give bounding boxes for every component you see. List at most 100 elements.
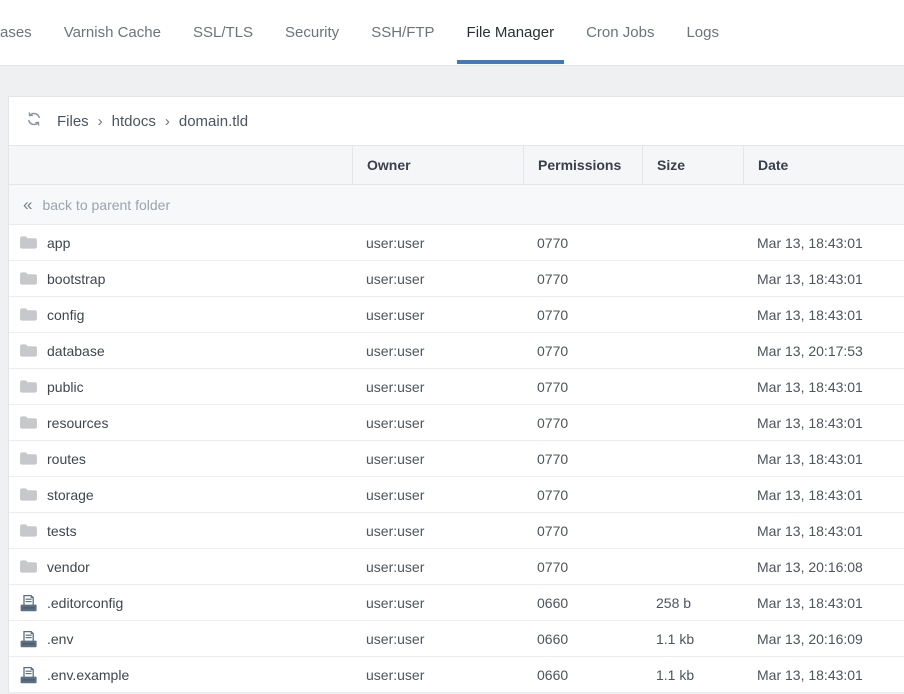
breadcrumb-separator-icon: › bbox=[165, 113, 170, 130]
nav-tab[interactable]: ases bbox=[0, 0, 42, 65]
name-cell[interactable]: config bbox=[9, 306, 352, 324]
entry-name: resources bbox=[47, 415, 108, 431]
permissions-cell: 0660 bbox=[523, 631, 642, 647]
breadcrumb-path: Files › htdocs › domain.tld bbox=[57, 113, 248, 130]
table-row[interactable]: .editorconfig user:user 0660 258 b Mar 1… bbox=[9, 585, 904, 621]
size-cell: 258 b bbox=[642, 595, 743, 611]
permissions-cell: 0770 bbox=[523, 235, 642, 251]
folder-icon bbox=[19, 306, 38, 324]
table-row[interactable]: tests user:user 0770 Mar 13, 18:43:01 bbox=[9, 513, 904, 549]
table-header-row: Owner Permissions Size Date bbox=[9, 145, 904, 185]
name-cell[interactable]: database bbox=[9, 342, 352, 360]
date-cell: Mar 13, 20:16:09 bbox=[743, 631, 904, 647]
name-cell[interactable]: vendor bbox=[9, 558, 352, 576]
permissions-cell: 0770 bbox=[523, 487, 642, 503]
name-cell[interactable]: resources bbox=[9, 414, 352, 432]
nav-tab[interactable]: File Manager bbox=[457, 0, 565, 65]
entry-name: app bbox=[47, 235, 70, 251]
table-row[interactable]: .env.example user:user 0660 1.1 kb Mar 1… bbox=[9, 657, 904, 693]
file-manager-panel: Files › htdocs › domain.tld Owner Permis… bbox=[8, 96, 904, 693]
date-cell: Mar 13, 20:16:08 bbox=[743, 559, 904, 575]
column-header-name bbox=[9, 146, 352, 184]
refresh-button[interactable] bbox=[20, 107, 48, 135]
entry-name: database bbox=[47, 343, 105, 359]
table-row[interactable]: .env user:user 0660 1.1 kb Mar 13, 20:16… bbox=[9, 621, 904, 657]
entry-name: tests bbox=[47, 523, 77, 539]
date-cell: Mar 13, 18:43:01 bbox=[743, 271, 904, 287]
entry-name: vendor bbox=[47, 559, 90, 575]
file-icon bbox=[19, 594, 38, 612]
entry-name: config bbox=[47, 307, 84, 323]
folder-icon bbox=[19, 234, 38, 252]
name-cell[interactable]: .editorconfig bbox=[9, 594, 352, 612]
nav-tab[interactable]: SSL/TLS bbox=[183, 0, 263, 65]
breadcrumb-segment-domain[interactable]: domain.tld bbox=[179, 113, 248, 130]
nav-tab[interactable]: Varnish Cache bbox=[54, 0, 171, 65]
folder-icon bbox=[19, 486, 38, 504]
back-to-parent-label: back to parent folder bbox=[42, 197, 170, 213]
table-row[interactable]: public user:user 0770 Mar 13, 18:43:01 bbox=[9, 369, 904, 405]
nav-tab[interactable]: Cron Jobs bbox=[576, 0, 664, 65]
entry-name: routes bbox=[47, 451, 86, 467]
folder-icon bbox=[19, 414, 38, 432]
name-cell[interactable]: tests bbox=[9, 522, 352, 540]
folder-icon bbox=[19, 270, 38, 288]
name-cell[interactable]: bootstrap bbox=[9, 270, 352, 288]
folder-icon bbox=[19, 378, 38, 396]
name-cell[interactable]: public bbox=[9, 378, 352, 396]
name-cell[interactable]: routes bbox=[9, 450, 352, 468]
column-header-owner: Owner bbox=[352, 146, 523, 184]
back-to-parent-row[interactable]: « back to parent folder bbox=[9, 185, 904, 225]
breadcrumb-segment-files[interactable]: Files bbox=[57, 113, 89, 130]
name-cell[interactable]: .env bbox=[9, 630, 352, 648]
entry-name: .editorconfig bbox=[47, 595, 123, 611]
nav-tab[interactable]: Security bbox=[275, 0, 349, 65]
owner-cell: user:user bbox=[352, 271, 523, 287]
nav-tab[interactable]: Logs bbox=[676, 0, 729, 65]
breadcrumb-segment-htdocs[interactable]: htdocs bbox=[112, 113, 156, 130]
owner-cell: user:user bbox=[352, 631, 523, 647]
date-cell: Mar 13, 20:17:53 bbox=[743, 343, 904, 359]
file-icon bbox=[19, 666, 38, 684]
owner-cell: user:user bbox=[352, 667, 523, 683]
owner-cell: user:user bbox=[352, 379, 523, 395]
table-row[interactable]: storage user:user 0770 Mar 13, 18:43:01 bbox=[9, 477, 904, 513]
folder-icon bbox=[19, 342, 38, 360]
folder-icon bbox=[19, 450, 38, 468]
date-cell: Mar 13, 18:43:01 bbox=[743, 379, 904, 395]
permissions-cell: 0770 bbox=[523, 379, 642, 395]
owner-cell: user:user bbox=[352, 415, 523, 431]
date-cell: Mar 13, 18:43:01 bbox=[743, 415, 904, 431]
table-row[interactable]: vendor user:user 0770 Mar 13, 20:16:08 bbox=[9, 549, 904, 585]
permissions-cell: 0770 bbox=[523, 523, 642, 539]
name-cell[interactable]: .env.example bbox=[9, 666, 352, 684]
owner-cell: user:user bbox=[352, 235, 523, 251]
table-row[interactable]: database user:user 0770 Mar 13, 20:17:53 bbox=[9, 333, 904, 369]
column-header-date: Date bbox=[743, 146, 904, 184]
column-header-size: Size bbox=[642, 146, 743, 184]
date-cell: Mar 13, 18:43:01 bbox=[743, 307, 904, 323]
file-icon bbox=[19, 630, 38, 648]
permissions-cell: 0770 bbox=[523, 415, 642, 431]
nav-tab[interactable]: SSH/FTP bbox=[361, 0, 444, 65]
date-cell: Mar 13, 18:43:01 bbox=[743, 595, 904, 611]
size-cell: 1.1 kb bbox=[642, 631, 743, 647]
permissions-cell: 0660 bbox=[523, 595, 642, 611]
table-row[interactable]: config user:user 0770 Mar 13, 18:43:01 bbox=[9, 297, 904, 333]
permissions-cell: 0770 bbox=[523, 451, 642, 467]
name-cell[interactable]: app bbox=[9, 234, 352, 252]
date-cell: Mar 13, 18:43:01 bbox=[743, 523, 904, 539]
table-row[interactable]: app user:user 0770 Mar 13, 18:43:01 bbox=[9, 225, 904, 261]
refresh-icon bbox=[26, 111, 42, 132]
owner-cell: user:user bbox=[352, 523, 523, 539]
table-row[interactable]: routes user:user 0770 Mar 13, 18:43:01 bbox=[9, 441, 904, 477]
table-row[interactable]: bootstrap user:user 0770 Mar 13, 18:43:0… bbox=[9, 261, 904, 297]
top-tab-bar: ases Varnish Cache SSL/TLS Security SSH/… bbox=[0, 0, 904, 66]
entry-name: .env.example bbox=[47, 667, 129, 683]
table-row[interactable]: resources user:user 0770 Mar 13, 18:43:0… bbox=[9, 405, 904, 441]
name-cell[interactable]: storage bbox=[9, 486, 352, 504]
folder-icon bbox=[19, 558, 38, 576]
owner-cell: user:user bbox=[352, 451, 523, 467]
date-cell: Mar 13, 18:43:01 bbox=[743, 487, 904, 503]
owner-cell: user:user bbox=[352, 487, 523, 503]
